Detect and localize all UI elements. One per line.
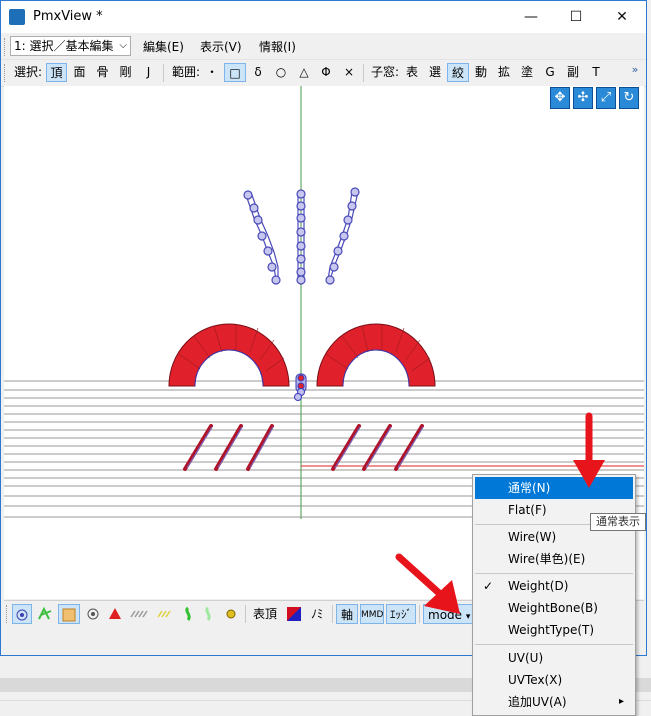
range-rect-button[interactable]: □	[224, 63, 246, 82]
green-morph-icon[interactable]	[179, 604, 197, 624]
annotation-arrow-diagonal	[395, 553, 460, 614]
child-move-button[interactable]: 動	[471, 63, 491, 82]
range-circle-button[interactable]: ○	[270, 63, 292, 82]
range-phi-button[interactable]: Φ	[316, 63, 336, 82]
checkmark-icon: ✓	[483, 579, 494, 593]
zoom-icon[interactable]: ⤢	[596, 87, 616, 109]
green-light-icon[interactable]	[199, 604, 217, 624]
axis-button[interactable]: 軸	[336, 604, 358, 624]
toolbar-overflow-button[interactable]: »	[628, 60, 642, 79]
select-joint-button[interactable]: J	[138, 63, 159, 82]
center-bone-group	[294, 373, 307, 401]
menubar-grip[interactable]	[4, 38, 8, 56]
range-triangle-button[interactable]: △	[294, 63, 314, 82]
move-all-icon[interactable]: ✣	[573, 87, 593, 109]
toolbar-grip[interactable]	[4, 64, 8, 82]
child-g-button[interactable]: G	[540, 63, 560, 82]
bottom-separator	[245, 605, 246, 623]
menu-item-weight-type[interactable]: WeightType(T)	[475, 619, 633, 641]
child-window-label: 子窓:	[370, 65, 400, 79]
range-cross-button[interactable]: ×	[339, 63, 359, 82]
hatch-yellow-icon[interactable]	[155, 604, 177, 624]
bone-chain-left	[243, 190, 281, 285]
hatch-gray-icon[interactable]	[128, 604, 152, 624]
bottom-toolbar-grip[interactable]	[6, 605, 10, 623]
mmd-button[interactable]: MMD	[360, 604, 384, 624]
select-rigid-button[interactable]: 剛	[115, 63, 136, 82]
rotate-icon[interactable]: ↻	[619, 87, 639, 109]
child-paint-button[interactable]: 塗	[517, 63, 537, 82]
maximize-button[interactable]: ☐	[553, 1, 599, 33]
menu-info[interactable]: 情報(I)	[259, 38, 296, 55]
menu-item-wire-mono[interactable]: Wire(単色)(E)	[475, 548, 633, 570]
move-xy-icon[interactable]: ✥	[550, 87, 570, 109]
nomi-button[interactable]: ﾉﾐ	[306, 604, 328, 624]
bone-target-icon[interactable]	[83, 604, 103, 624]
text-vertex-button[interactable]: 表頂	[250, 604, 280, 624]
mode-dropdown-value: 1: 選択／基本編集	[14, 39, 114, 53]
menu-separator	[475, 644, 633, 645]
window-title: PmxView *	[33, 9, 103, 24]
menu-item-uvtex[interactable]: UVTex(X)	[475, 669, 633, 691]
bottom-separator	[332, 605, 333, 623]
menu-item-weight[interactable]: ✓ Weight(D)	[475, 575, 633, 597]
arch-mesh-right	[316, 323, 436, 387]
vertex-display-icon[interactable]	[12, 604, 32, 624]
child-select-button[interactable]: 選	[425, 63, 445, 82]
submenu-arrow-icon: ▸	[619, 696, 625, 707]
range-point-button[interactable]: ・	[202, 63, 222, 82]
menu-item-uv[interactable]: UV(U)	[475, 647, 633, 669]
annotation-arrow-down	[573, 412, 605, 488]
close-button[interactable]: ✕	[599, 1, 645, 33]
range-label: 範囲:	[171, 65, 201, 79]
face-display-icon[interactable]	[58, 604, 80, 624]
child-t-button[interactable]: T	[586, 63, 606, 82]
menu-item-weight-bone[interactable]: WeightBone(B)	[475, 597, 633, 619]
chevron-down-icon: ⌵	[119, 40, 127, 51]
child-table-button[interactable]: 表	[402, 63, 422, 82]
strand-meshes	[183, 424, 424, 471]
menu-bar: 1: 選択／基本編集 ⌵	[1, 33, 646, 59]
menu-item-additional-uv[interactable]: 追加UV(A) ▸	[475, 691, 633, 713]
display-mode-menu: 通常(N) Flat(F) Wire(W) Wire(単色)(E) ✓ Weig…	[472, 474, 636, 716]
bone-chain-right	[325, 187, 360, 285]
child-filter-button[interactable]: 絞	[447, 63, 469, 82]
minimize-button[interactable]: —	[508, 1, 554, 33]
toolbar: 選択: 頂 面 骨 剛 J 範囲: ・ □ δ ○ △ Φ × 子窓: 表 選 …	[1, 59, 646, 87]
mode-dropdown[interactable]: 1: 選択／基本編集 ⌵	[10, 36, 131, 56]
tooltip: 通常表示	[590, 513, 646, 531]
material-color-icon[interactable]	[284, 604, 304, 624]
arch-mesh-left	[168, 323, 290, 387]
child-sub-button[interactable]: 副	[563, 63, 583, 82]
select-label: 選択:	[13, 65, 43, 79]
menu-view[interactable]: 表示(V)	[200, 38, 242, 55]
child-scale-button[interactable]: 拡	[494, 63, 514, 82]
menu-separator	[475, 573, 633, 574]
select-face-button[interactable]: 面	[69, 63, 90, 82]
select-vertex-button[interactable]: 頂	[46, 63, 67, 82]
app-icon	[9, 9, 25, 25]
red-triangle-icon[interactable]	[105, 604, 125, 624]
toolbar-separator	[363, 64, 364, 82]
title-bar[interactable]: PmxView * — ☐ ✕	[1, 1, 646, 33]
range-delta-button[interactable]: δ	[248, 63, 268, 82]
menu-edit[interactable]: 編集(E)	[143, 38, 184, 55]
select-bone-button[interactable]: 骨	[92, 63, 113, 82]
mesh-green-icon[interactable]	[35, 604, 55, 624]
toolbar-separator	[163, 64, 164, 82]
yellow-star-icon[interactable]	[221, 604, 241, 624]
